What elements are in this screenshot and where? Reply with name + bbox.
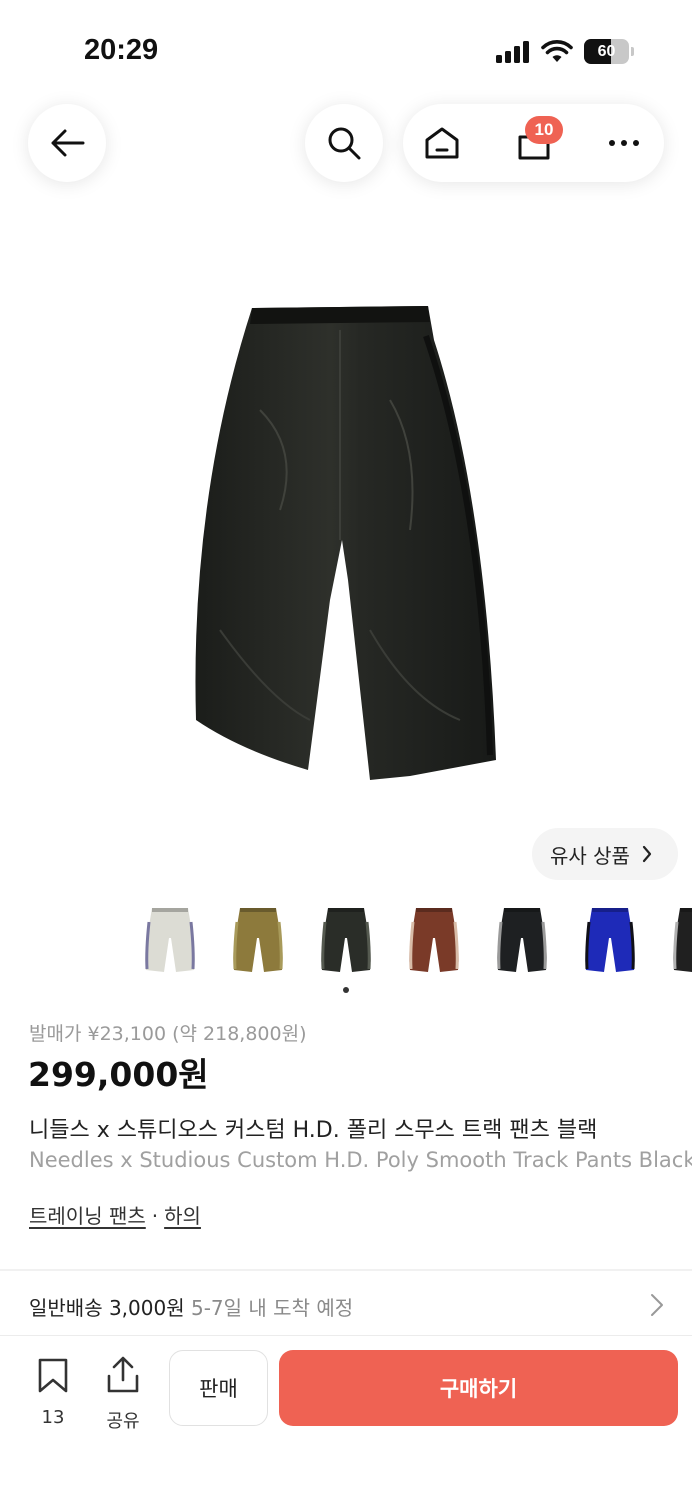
similar-products-label: 유사 상품	[550, 843, 630, 868]
more-dots-icon	[609, 140, 639, 146]
category-link[interactable]: 트레이닝 팬츠	[29, 1204, 146, 1228]
product-thumbnail[interactable]	[140, 902, 200, 978]
battery-icon: 60	[584, 39, 634, 64]
cellular-signal-icon	[496, 41, 532, 63]
battery-level: 60	[597, 43, 616, 60]
share-label: 공유	[106, 1411, 140, 1432]
product-image[interactable]	[190, 300, 500, 790]
shipping-method: 일반배송 3,000원	[29, 1296, 185, 1320]
status-bar: 20:29 60	[0, 0, 692, 100]
product-thumbnail[interactable]	[404, 902, 464, 978]
wifi-icon	[541, 40, 573, 62]
bottom-action-bar: 13 공유 판매 구매하기	[0, 1335, 692, 1500]
share-button[interactable]: 공유	[98, 1356, 148, 1432]
parent-category-link[interactable]: 하의	[164, 1204, 201, 1228]
back-button[interactable]	[28, 104, 106, 182]
thumbnail-strip[interactable]	[140, 902, 692, 978]
home-button[interactable]	[407, 104, 477, 182]
product-thumbnail[interactable]	[228, 902, 288, 978]
sell-button[interactable]: 판매	[169, 1350, 268, 1426]
status-time: 20:29	[84, 34, 159, 66]
breadcrumb: 트레이닝 팬츠 · 하의	[29, 1200, 201, 1229]
wishlist-count: 13	[41, 1407, 65, 1428]
home-icon	[425, 127, 459, 159]
share-icon	[107, 1356, 139, 1393]
search-button[interactable]	[305, 104, 383, 182]
product-thumbnail[interactable]	[668, 902, 692, 978]
breadcrumb-separator: ·	[151, 1204, 159, 1228]
product-title-en: Needles x Studious Custom H.D. Poly Smoo…	[29, 1148, 692, 1172]
product-thumbnail[interactable]	[316, 902, 376, 978]
product-thumbnail[interactable]	[580, 902, 640, 978]
arrow-left-icon	[51, 129, 85, 157]
chevron-right-icon	[651, 1294, 663, 1316]
search-icon	[328, 127, 361, 160]
product-price: 299,000원	[28, 1055, 209, 1094]
release-price: 발매가 ¥23,100 (약 218,800원)	[29, 1023, 307, 1045]
bookmark-icon	[38, 1358, 68, 1393]
product-title-ko: 니들스 x 스튜디오스 커스텀 H.D. 폴리 스무스 트랙 팬츠 블랙	[29, 1118, 598, 1143]
more-button[interactable]	[589, 104, 659, 182]
shipping-eta: 5-7일 내 도착 예정	[190, 1296, 354, 1320]
cart-count-badge: 10	[525, 116, 563, 144]
carousel-page-indicator	[343, 987, 349, 993]
chevron-right-icon	[642, 845, 652, 863]
wishlist-button[interactable]: 13	[28, 1356, 78, 1428]
shipping-row[interactable]: 일반배송 3,000원 5-7일 내 도착 예정	[0, 1271, 692, 1335]
buy-button[interactable]: 구매하기	[279, 1350, 678, 1426]
similar-products-button[interactable]: 유사 상품	[532, 828, 678, 880]
product-thumbnail[interactable]	[492, 902, 552, 978]
